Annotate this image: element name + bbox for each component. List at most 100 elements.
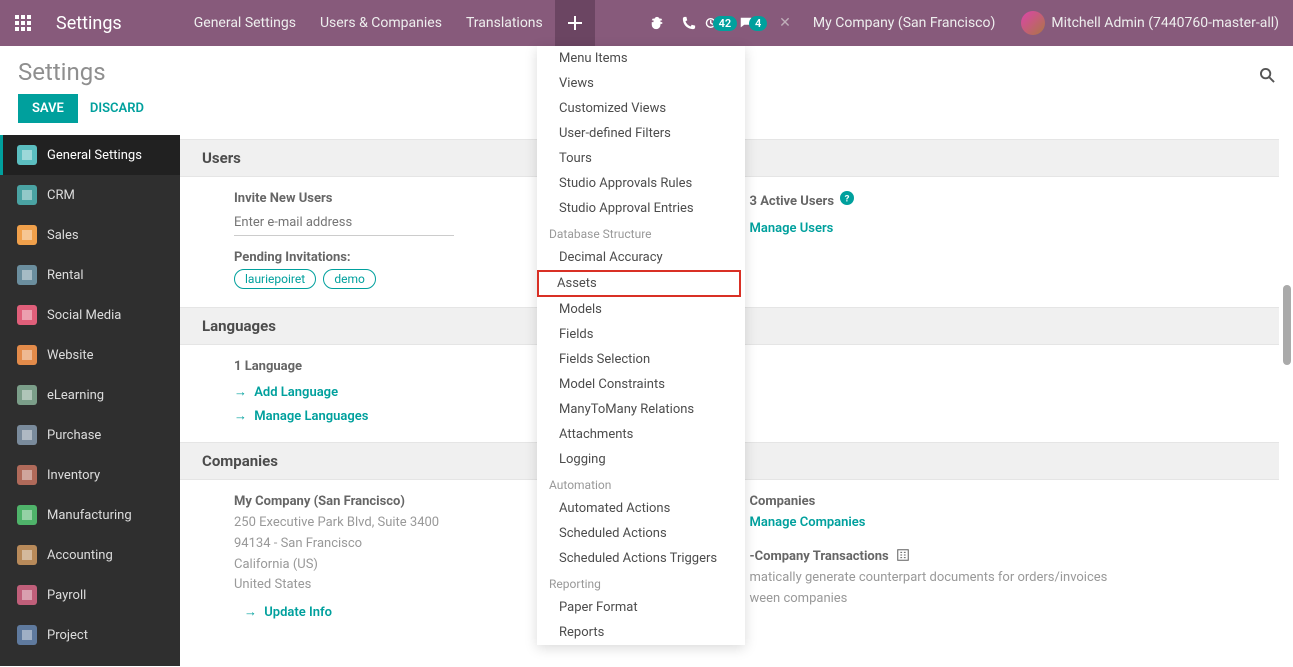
module-icon (17, 465, 37, 485)
dropdown-logging[interactable]: Logging (537, 447, 745, 472)
sidebar-item-purchase[interactable]: Purchase (0, 415, 180, 455)
menu-users-companies[interactable]: Users & Companies (308, 0, 454, 46)
discard-button[interactable]: DISCARD (90, 101, 144, 116)
svg-text:?: ? (845, 194, 850, 205)
module-icon (17, 385, 37, 405)
dropdown-scheduled-actions[interactable]: Scheduled Actions (537, 521, 745, 546)
dropdown-attachments[interactable]: Attachments (537, 422, 745, 447)
user-menu[interactable]: Mitchell Admin (7440760-master-all) (1007, 11, 1293, 35)
technical-dropdown: Menu ItemsViewsCustomized ViewsUser-defi… (537, 46, 745, 645)
sidebar-item-label: Social Media (47, 308, 121, 323)
dropdown-user-defined-filters[interactable]: User-defined Filters (537, 121, 745, 146)
invite-email-input[interactable] (234, 210, 454, 236)
pending-tag-0[interactable]: lauriepoiret (234, 269, 316, 289)
sidebar-item-sales[interactable]: Sales (0, 215, 180, 255)
add-language-link[interactable]: Add Language (254, 385, 338, 400)
module-icon (17, 545, 37, 565)
menu-general-settings[interactable]: General Settings (182, 0, 308, 46)
dropdown-automation: Automation (537, 472, 745, 496)
sidebar-item-label: Sales (47, 228, 79, 243)
messages-icon[interactable]: 4 (737, 0, 769, 46)
module-icon (17, 425, 37, 445)
dropdown-reports[interactable]: Reports (537, 620, 745, 645)
bug-icon[interactable] (641, 0, 673, 46)
menu-translations[interactable]: Translations (454, 0, 555, 46)
sidebar-item-label: Project (47, 628, 88, 643)
search-icon[interactable] (1260, 68, 1275, 83)
main-menu: General Settings Users & Companies Trans… (182, 0, 555, 46)
sidebar-item-label: CRM (47, 188, 75, 203)
sidebar-item-payroll[interactable]: Payroll (0, 575, 180, 615)
dropdown-fields-selection[interactable]: Fields Selection (537, 347, 745, 372)
sidebar-item-elearning[interactable]: eLearning (0, 375, 180, 415)
module-icon (17, 505, 37, 525)
sidebar-item-accounting[interactable]: Accounting (0, 535, 180, 575)
dropdown-models[interactable]: Models (537, 297, 745, 322)
update-info-link[interactable]: Update Info (264, 605, 332, 620)
topbar: Settings General Settings Users & Compan… (0, 0, 1293, 46)
sidebar-item-general-settings[interactable]: General Settings (0, 135, 180, 175)
inter-company-label: -Company Transactions (750, 549, 889, 564)
close-icon[interactable]: ✕ (769, 15, 801, 31)
sidebar-item-project[interactable]: Project (0, 615, 180, 655)
module-icon (17, 185, 37, 205)
user-name: Mitchell Admin (7440760-master-all) (1051, 15, 1279, 31)
sidebar-item-label: Purchase (47, 428, 101, 443)
sidebar-item-crm[interactable]: CRM (0, 175, 180, 215)
manage-languages-link[interactable]: Manage Languages (254, 409, 368, 424)
apps-icon[interactable] (0, 0, 46, 46)
dropdown-menu-items[interactable]: Menu Items (537, 46, 745, 71)
module-icon (17, 345, 37, 365)
sidebar-item-label: Manufacturing (47, 508, 132, 523)
sidebar-item-manufacturing[interactable]: Manufacturing (0, 495, 180, 535)
sidebar-item-inventory[interactable]: Inventory (0, 455, 180, 495)
inter-company-desc1: matically generate counterpart documents… (750, 568, 1226, 589)
avatar (1021, 11, 1045, 35)
technical-menu-toggle[interactable] (555, 0, 595, 46)
dropdown-manytomany-relations[interactable]: ManyToMany Relations (537, 397, 745, 422)
module-icon (17, 305, 37, 325)
module-icon (17, 145, 37, 165)
settings-sidebar: General Settings CRM Sales Rental Social Med… (0, 135, 180, 666)
sidebar-item-social-media[interactable]: Social Media (0, 295, 180, 335)
dropdown-views[interactable]: Views (537, 71, 745, 96)
sidebar-item-rental[interactable]: Rental (0, 255, 180, 295)
dropdown-studio-approvals-rules[interactable]: Studio Approvals Rules (537, 171, 745, 196)
dropdown-assets[interactable]: Assets (537, 270, 741, 297)
module-icon (17, 585, 37, 605)
dropdown-scheduled-actions-triggers[interactable]: Scheduled Actions Triggers (537, 546, 745, 571)
dropdown-fields[interactable]: Fields (537, 322, 745, 347)
company-switcher[interactable]: My Company (San Francisco) (801, 15, 1007, 31)
pending-tag-1[interactable]: demo (323, 269, 376, 289)
module-icon (17, 225, 37, 245)
module-icon (17, 625, 37, 645)
manage-companies-link[interactable]: Manage Companies (750, 515, 866, 530)
app-title: Settings (56, 13, 122, 34)
sidebar-item-website[interactable]: Website (0, 335, 180, 375)
activity-badge: 42 (713, 16, 738, 31)
dropdown-model-constraints[interactable]: Model Constraints (537, 372, 745, 397)
activity-icon[interactable]: 42 (705, 0, 737, 46)
companies-label: Companies (750, 494, 816, 509)
arrow-icon: → (244, 605, 257, 620)
dropdown-automated-actions[interactable]: Automated Actions (537, 496, 745, 521)
dropdown-customized-views[interactable]: Customized Views (537, 96, 745, 121)
inter-company-desc2: ween companies (750, 589, 1226, 610)
phone-icon[interactable] (673, 0, 705, 46)
dropdown-paper-format[interactable]: Paper Format (537, 595, 745, 620)
dropdown-database-structure: Database Structure (537, 221, 745, 245)
dropdown-decimal-accuracy[interactable]: Decimal Accuracy (537, 245, 745, 270)
messages-badge: 4 (749, 16, 767, 31)
dropdown-studio-approval-entries[interactable]: Studio Approval Entries (537, 196, 745, 221)
arrow-icon: → (234, 409, 247, 424)
sidebar-item-label: Accounting (47, 548, 113, 563)
sidebar-item-label: Inventory (47, 468, 100, 483)
sidebar-item-label: Rental (47, 268, 84, 283)
dropdown-tours[interactable]: Tours (537, 146, 745, 171)
help-icon[interactable]: ? (837, 194, 854, 209)
save-button[interactable]: SAVE (18, 94, 78, 123)
manage-users-link[interactable]: Manage Users (750, 221, 834, 236)
sidebar-item-label: Payroll (47, 588, 86, 603)
scrollbar[interactable] (1283, 285, 1291, 365)
sidebar-item-label: General Settings (47, 148, 142, 163)
